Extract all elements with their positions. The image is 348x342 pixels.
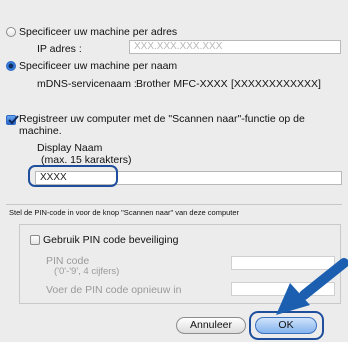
register-checkbox[interactable] bbox=[6, 115, 19, 125]
ip-address-label: IP adres : bbox=[37, 43, 82, 55]
ok-button[interactable]: OK bbox=[255, 317, 317, 334]
display-name-label: Display Naam bbox=[37, 142, 103, 154]
pin-checkbox[interactable] bbox=[30, 235, 40, 245]
section-divider bbox=[6, 204, 342, 205]
register-label[interactable]: Registreer uw computer met de "Scannen n… bbox=[19, 113, 305, 125]
address-option-label[interactable]: Specificeer uw machine per adres bbox=[19, 26, 177, 38]
pin-code-hint: ('0'-'9', 4 cijfers) bbox=[54, 266, 120, 277]
mdns-label: mDNS-servicenaam : bbox=[37, 78, 137, 90]
display-name-highlight bbox=[28, 165, 118, 187]
cancel-button[interactable]: Annuleer bbox=[176, 317, 246, 334]
register-label-line2: machine. bbox=[19, 125, 62, 137]
pointer-arrow-icon bbox=[276, 258, 348, 315]
mdns-value: Brother MFC-XXXX bbox=[136, 78, 228, 90]
pin-section-title: Stel de PIN-code in voor de knop "Scanne… bbox=[9, 208, 240, 217]
address-radio[interactable] bbox=[6, 27, 16, 37]
name-radio[interactable] bbox=[6, 61, 16, 71]
checkmark-icon bbox=[8, 115, 19, 125]
mdns-id: [XXXXXXXXXXXX] bbox=[231, 78, 321, 90]
pin-checkbox-label[interactable]: Gebruik PIN code beveiliging bbox=[43, 234, 178, 246]
pin-confirm-label: Voer de PIN code opnieuw in bbox=[46, 284, 182, 296]
name-option-label[interactable]: Specificeer uw machine per naam bbox=[19, 60, 177, 72]
ip-address-field[interactable]: XXX.XXX.XXX.XXX bbox=[129, 40, 341, 54]
